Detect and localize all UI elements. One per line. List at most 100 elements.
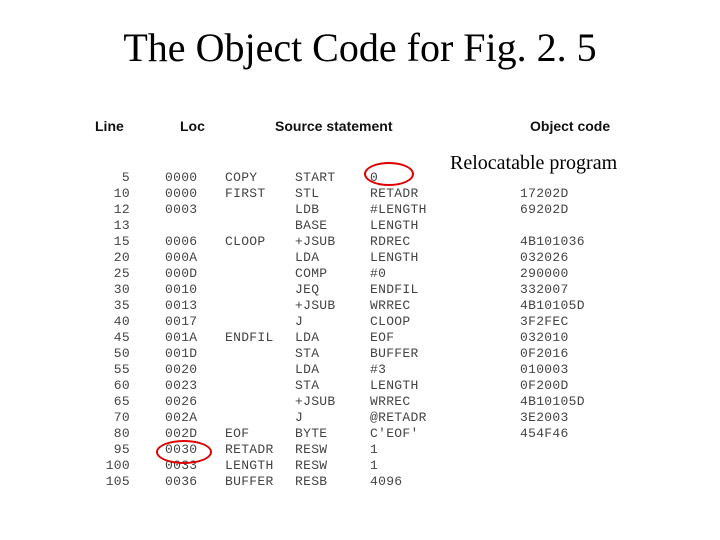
object-code-value: 4B10105D [520,298,585,314]
table-row: 300010JEQENDFIL332007 [95,282,665,298]
header-line: Line [95,118,124,134]
table-row: 350013+JSUBWRREC4B10105D [95,298,665,314]
loc-value: 0013 [165,298,197,314]
operand-value: RDREC [370,234,411,250]
opcode-value: BYTE [295,426,327,442]
operand-value: C'EOF' [370,426,419,442]
object-code-value: 4B10105D [520,394,585,410]
line-number: 105 [85,474,130,490]
operand-value: LENGTH [370,250,419,266]
red-circle-start-zero [364,162,414,186]
label-value: FIRST [225,186,266,202]
opcode-value: STA [295,378,319,394]
loc-value: 0003 [165,202,197,218]
table-row: 50001DSTABUFFER0F2016 [95,346,665,362]
loc-value: 002A [165,410,197,426]
operand-value: WRREC [370,394,411,410]
operand-value: 1 [370,458,378,474]
operand-value: 4096 [370,474,402,490]
object-code-value: 0F200D [520,378,569,394]
object-code-value: 454F46 [520,426,569,442]
line-number: 15 [85,234,130,250]
label-value: BUFFER [225,474,274,490]
table-row: 650026+JSUBWRREC4B10105D [95,394,665,410]
object-code-value: 0F2016 [520,346,569,362]
loc-value: 0036 [165,474,197,490]
opcode-value: LDA [295,250,319,266]
opcode-value: LDB [295,202,319,218]
object-code-value: 17202D [520,186,569,202]
table-row: 120003LDB#LENGTH69202D [95,202,665,218]
table-row: 1050036BUFFERRESB4096 [95,474,665,490]
line-number: 95 [85,442,130,458]
table-row: 100000FIRSTSTLRETADR17202D [95,186,665,202]
header-source: Source statement [275,118,392,134]
object-code-value: 032026 [520,250,569,266]
opcode-value: LDA [295,362,319,378]
loc-value: 001A [165,330,197,346]
operand-value: 1 [370,442,378,458]
opcode-value: J [295,314,303,330]
opcode-value: STA [295,346,319,362]
loc-value: 0000 [165,170,197,186]
opcode-value: RESW [295,458,327,474]
object-code-value: 3F2FEC [520,314,569,330]
loc-value: 0017 [165,314,197,330]
table-row: 400017JCLOOP3F2FEC [95,314,665,330]
table-row: 25000DCOMP#0290000 [95,266,665,282]
line-number: 60 [85,378,130,394]
label-value: COPY [225,170,257,186]
line-number: 70 [85,410,130,426]
operand-value: LENGTH [370,218,419,234]
header-object: Object code [530,118,610,134]
object-code-value: 290000 [520,266,569,282]
page-title: The Object Code for Fig. 2. 5 [0,24,720,71]
opcode-value: BASE [295,218,327,234]
label-value: ENDFIL [225,330,274,346]
opcode-value: LDA [295,330,319,346]
loc-value: 0020 [165,362,197,378]
line-number: 30 [85,282,130,298]
operand-value: CLOOP [370,314,411,330]
label-value: EOF [225,426,249,442]
line-number: 25 [85,266,130,282]
operand-value: #3 [370,362,386,378]
line-number: 80 [85,426,130,442]
table-row: 45001AENDFILLDAEOF032010 [95,330,665,346]
operand-value: #LENGTH [370,202,427,218]
line-number: 100 [85,458,130,474]
operand-value: @RETADR [370,410,427,426]
opcode-value: +JSUB [295,394,336,410]
line-number: 12 [85,202,130,218]
opcode-value: START [295,170,336,186]
table-row: 13BASELENGTH [95,218,665,234]
opcode-value: COMP [295,266,327,282]
line-number: 13 [85,218,130,234]
table-row: 600023STALENGTH0F200D [95,378,665,394]
line-number: 50 [85,346,130,362]
table-row: 20000ALDALENGTH032026 [95,250,665,266]
line-number: 20 [85,250,130,266]
opcode-value: +JSUB [295,234,336,250]
opcode-value: +JSUB [295,298,336,314]
operand-value: ENDFIL [370,282,419,298]
loc-value: 001D [165,346,197,362]
operand-value: LENGTH [370,378,419,394]
loc-value: 000D [165,266,197,282]
loc-value: 0010 [165,282,197,298]
opcode-value: JEQ [295,282,319,298]
object-code-value: 332007 [520,282,569,298]
object-code-value: 032010 [520,330,569,346]
loc-value: 0006 [165,234,197,250]
line-number: 65 [85,394,130,410]
table-row: 550020LDA#3010003 [95,362,665,378]
line-number: 55 [85,362,130,378]
operand-value: RETADR [370,186,419,202]
slide: The Object Code for Fig. 2. 5 Relocatabl… [0,0,720,540]
header-loc: Loc [180,118,205,134]
opcode-value: J [295,410,303,426]
red-circle-retadr-loc [156,440,212,464]
label-value: LENGTH [225,458,274,474]
line-number: 5 [85,170,130,186]
object-code-value: 3E2003 [520,410,569,426]
